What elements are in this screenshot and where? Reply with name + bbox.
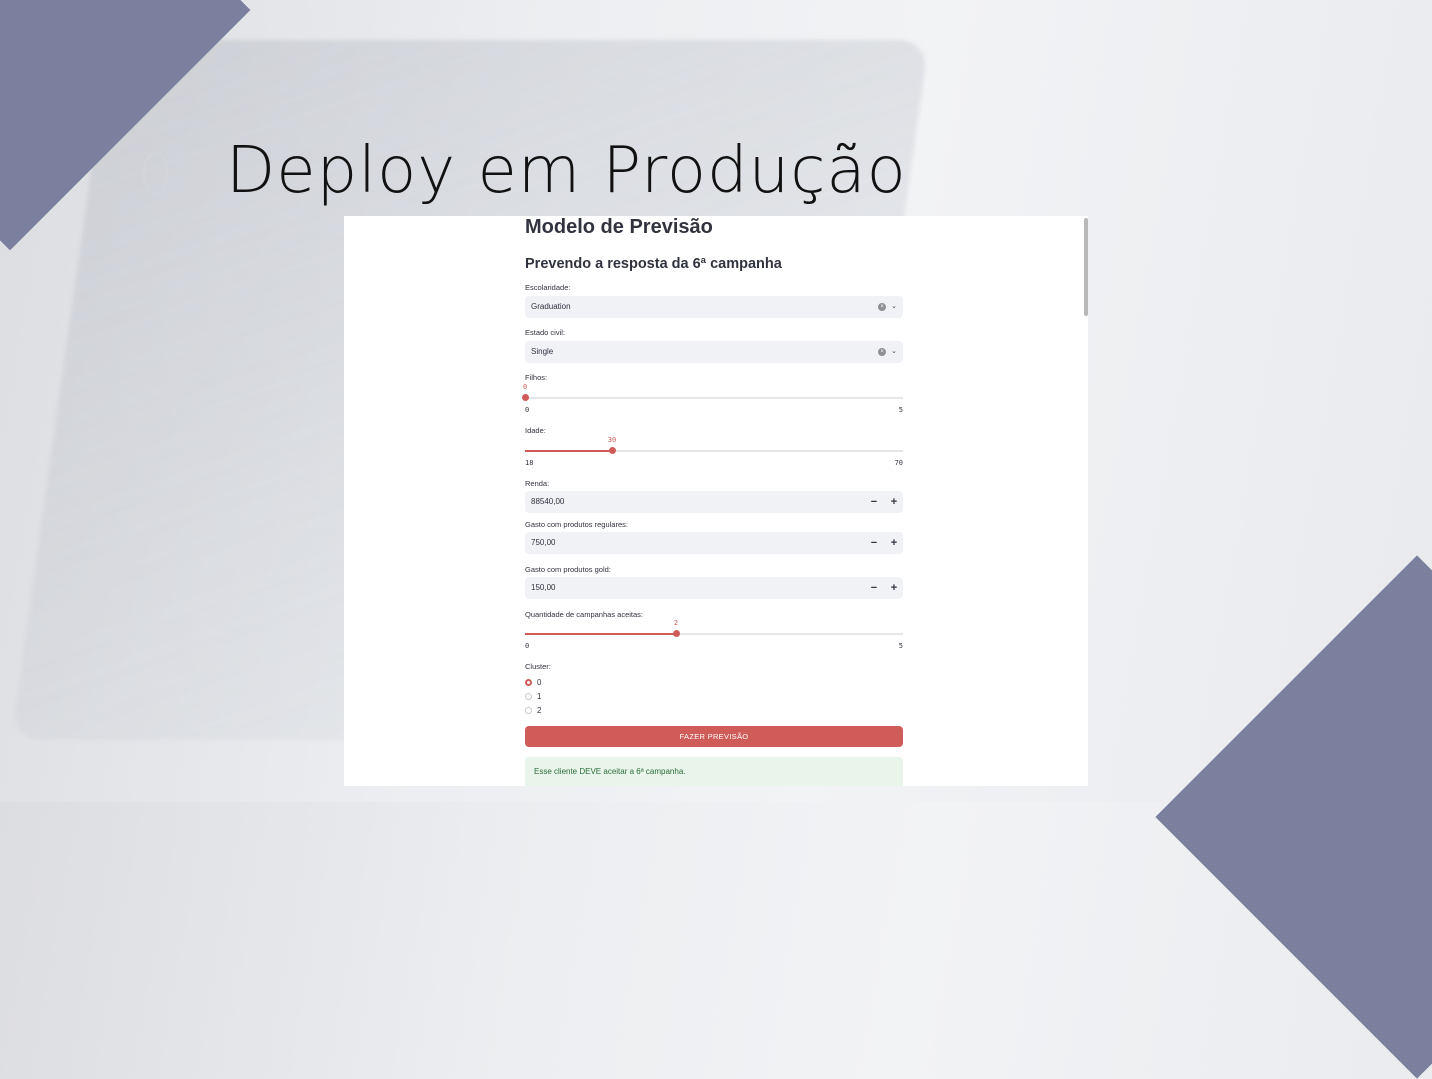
slider-track — [525, 397, 903, 399]
campanhas-min: 0 — [525, 642, 530, 650]
page-title: Modelo de Previsão — [525, 216, 713, 238]
cluster-label: Cluster: — [525, 662, 551, 671]
slider-fill — [525, 633, 676, 635]
gasto-gold-label: Gasto com produtos gold: — [525, 565, 611, 574]
idade-min: 18 — [525, 459, 534, 467]
campanhas-label: Quantidade de campanhas aceitas: — [525, 610, 643, 619]
renda-input[interactable]: 88540,00 − + — [525, 491, 903, 513]
idade-label: Idade: — [525, 426, 546, 435]
chevron-down-icon[interactable]: ⌄ — [891, 296, 897, 318]
gasto-regulares-input[interactable]: 750,00 − + — [525, 532, 903, 554]
clear-icon[interactable]: × — [878, 303, 887, 311]
estado-civil-select[interactable]: Single × ⌄ — [525, 341, 903, 363]
corner-decoration-bottom-right — [1155, 555, 1432, 1079]
renda-label: Renda: — [525, 479, 550, 488]
gasto-gold-value: 150,00 — [531, 583, 556, 592]
slider-thumb[interactable] — [672, 630, 680, 637]
slider-thumb[interactable] — [608, 447, 616, 454]
cluster-option-1[interactable]: 1 — [525, 692, 541, 701]
renda-value: 88540,00 — [531, 497, 565, 506]
gasto-regulares-label: Gasto com produtos regulares: — [525, 520, 628, 529]
radio-button[interactable] — [525, 707, 532, 714]
escolaridade-value: Graduation — [531, 302, 571, 311]
filhos-slider[interactable]: 0 — [521, 383, 903, 405]
campanhas-max: 5 — [898, 642, 903, 650]
cluster-option-label: 2 — [537, 706, 542, 715]
estado-civil-label: Estado civil: — [525, 328, 566, 337]
clear-icon[interactable]: × — [878, 348, 887, 356]
slide-number: 07 — [138, 143, 214, 208]
slider-value: 30 — [607, 436, 617, 444]
minus-icon[interactable]: − — [869, 577, 879, 599]
idade-max: 70 — [894, 459, 903, 467]
cluster-option-label: 0 — [537, 678, 542, 687]
fazer-previsao-button[interactable]: FAZER PREVISÃO — [525, 726, 903, 747]
slider-value: 2 — [673, 619, 679, 627]
cluster-option-0[interactable]: 0 — [525, 678, 541, 687]
slider-fill — [525, 450, 612, 452]
slide-title: Deploy em Produção — [226, 134, 907, 208]
slider-value: 0 — [523, 383, 528, 391]
minus-icon[interactable]: − — [869, 491, 879, 513]
slider-thumb[interactable] — [521, 394, 529, 401]
gasto-regulares-value: 750,00 — [531, 538, 556, 547]
cluster-option-2[interactable]: 2 — [525, 706, 541, 715]
campanhas-slider[interactable]: 2 — [525, 619, 903, 641]
cluster-option-label: 1 — [537, 692, 542, 701]
plus-icon[interactable]: + — [889, 491, 899, 513]
minus-icon[interactable]: − — [869, 532, 879, 554]
prediction-result-alert: Esse cliente DEVE aceitar a 6ª campanha. — [525, 757, 903, 786]
page-subtitle: Prevendo a resposta da 6ª campanha — [525, 256, 782, 272]
gasto-gold-input[interactable]: 150,00 − + — [525, 577, 903, 599]
escolaridade-select[interactable]: Graduation × ⌄ — [525, 296, 903, 318]
estado-civil-value: Single — [531, 347, 554, 356]
escolaridade-label: Escolaridade: — [525, 283, 571, 292]
radio-button[interactable] — [525, 679, 532, 686]
idade-slider[interactable]: 30 — [525, 436, 903, 458]
plus-icon[interactable]: + — [889, 577, 899, 599]
scrollbar[interactable] — [1084, 218, 1088, 316]
filhos-label: Filhos: — [525, 373, 548, 382]
chevron-down-icon[interactable]: ⌄ — [891, 341, 897, 363]
filhos-min: 0 — [525, 406, 530, 414]
filhos-max: 5 — [898, 406, 903, 414]
app-screenshot: Modelo de Previsão Prevendo a resposta d… — [344, 216, 1088, 786]
radio-button[interactable] — [525, 693, 532, 700]
plus-icon[interactable]: + — [889, 532, 899, 554]
